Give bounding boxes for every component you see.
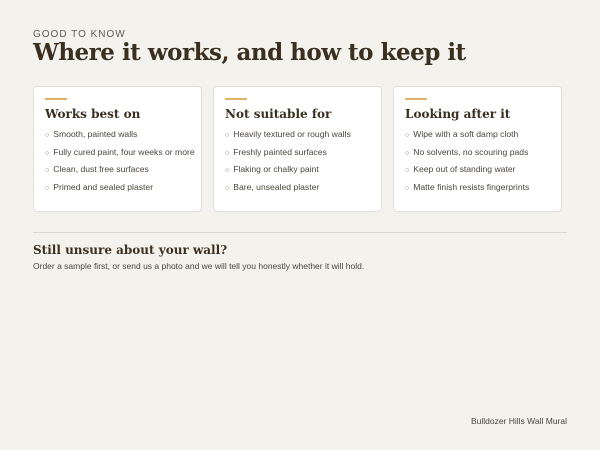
- bullet-icon: ○: [45, 167, 50, 174]
- list-item-text: Fully cured paint, four weeks or more: [53, 146, 195, 157]
- list-item: ○ Fully cured paint, four weeks or more: [45, 146, 201, 160]
- list-item: ○ Wipe with a soft damp cloth: [405, 128, 561, 142]
- page-title: Where it works, and how to keep it: [33, 39, 466, 66]
- card-accent-line: [45, 98, 67, 100]
- bullet-icon: ○: [405, 149, 410, 157]
- card-list: ○ Heavily textured or rough walls ○ Freshl…: [225, 128, 381, 195]
- card-not-suitable-for: Not suitable for ○ Heavily textured or ro…: [213, 86, 382, 212]
- card-title: Looking after it: [405, 107, 511, 121]
- list-item: ○ Primed and sealed plaster: [45, 181, 201, 195]
- list-item-text: Clean, dust free surfaces: [53, 164, 149, 174]
- list-item-text: Freshly painted surfaces: [233, 146, 327, 157]
- card-list: ○ Wipe with a soft damp cloth ○ No solvent…: [405, 128, 561, 195]
- list-item-text: Keep out of standing water: [413, 164, 516, 174]
- bullet-icon: ○: [405, 184, 410, 192]
- bullet-icon: ○: [225, 149, 230, 157]
- bullet-icon: ○: [405, 132, 410, 139]
- list-item-text: Primed and sealed plaster: [53, 181, 154, 192]
- card-list: ○ Smooth, painted walls ○ Fully cured pain…: [45, 128, 201, 195]
- list-item-text: Heavily textured or rough walls: [233, 129, 351, 139]
- list-item-text: No solvents, no scouring pads: [413, 146, 529, 157]
- card-accent-line: [405, 98, 427, 100]
- bullet-icon: ○: [405, 167, 410, 174]
- card-works-best-on: Works best on ○ Smooth, painted walls ○ Fu…: [33, 86, 202, 212]
- unsure-heading: Still unsure about your wall?: [33, 243, 228, 257]
- list-item: ○ Smooth, painted walls: [45, 128, 201, 142]
- list-item: ○ Flaking or chalky paint: [225, 163, 381, 177]
- list-item: ○ Matte finish resists fingerprints: [405, 181, 561, 195]
- bullet-icon: ○: [45, 132, 50, 139]
- bullet-icon: ○: [225, 167, 230, 174]
- unsure-description: Order a sample first, or send us a photo…: [33, 261, 365, 271]
- list-item: ○ Keep out of standing water: [405, 163, 561, 177]
- card-accent-line: [225, 98, 247, 100]
- list-item: ○ Heavily textured or rough walls: [225, 128, 381, 142]
- list-item-text: Matte finish resists fingerprints: [413, 181, 530, 192]
- list-item-text: Bare, unsealed plaster: [233, 181, 320, 192]
- list-item: ○ Bare, unsealed plaster: [225, 181, 381, 195]
- footer-brand: Bulldozer Hills Wall Mural: [470, 416, 567, 426]
- bullet-icon: ○: [45, 184, 50, 192]
- list-item: ○ Freshly painted surfaces: [225, 146, 381, 160]
- list-item-text: Flaking or chalky paint: [233, 164, 319, 174]
- card-looking-after-it: Looking after it ○ Wipe with a soft damp …: [393, 86, 562, 212]
- card-title: Not suitable for: [225, 107, 332, 121]
- bullet-icon: ○: [225, 132, 230, 139]
- list-item: ○ Clean, dust free surfaces: [45, 163, 201, 177]
- list-item-text: Wipe with a soft damp cloth: [413, 129, 519, 139]
- card-title: Works best on: [45, 107, 141, 121]
- list-item: ○ No solvents, no scouring pads: [405, 146, 561, 160]
- section-divider: [33, 232, 567, 233]
- info-cards: Works best on ○ Smooth, painted walls ○ Fu…: [33, 86, 562, 212]
- bullet-icon: ○: [225, 184, 230, 192]
- list-item-text: Smooth, painted walls: [53, 129, 138, 139]
- bullet-icon: ○: [45, 149, 50, 157]
